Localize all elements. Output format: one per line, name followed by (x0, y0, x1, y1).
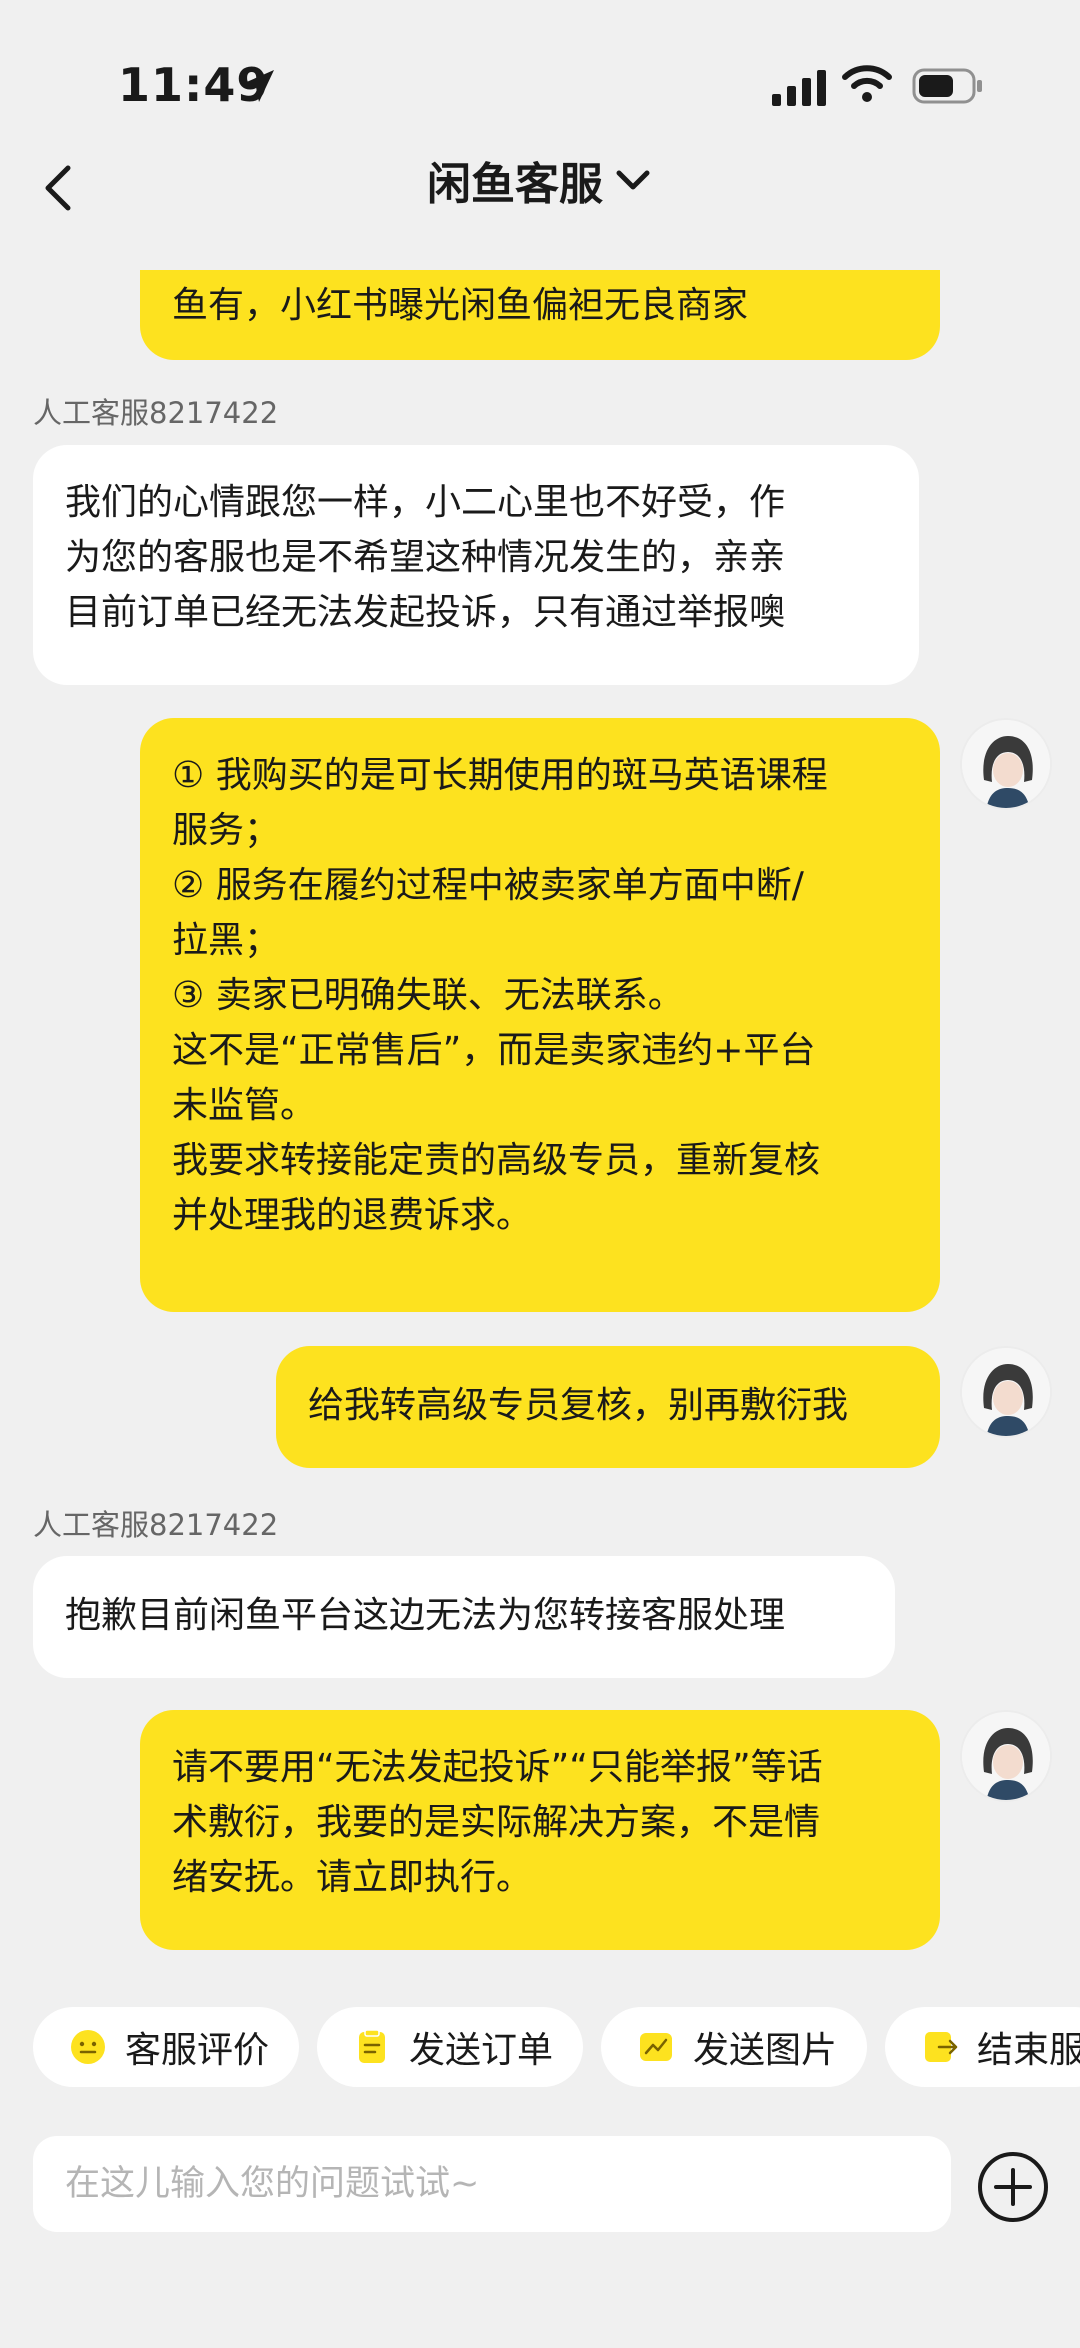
chip-label: 结束服 (977, 2030, 1080, 2071)
page-title[interactable]: 闲鱼客服 (0, 148, 1080, 212)
chip-label: 发送订单 (409, 2030, 554, 2071)
message-bubble-user: ① 我购买的是可长期使用的斑马英语课程 服务； ② 服务在履约过程中被卖家单方面… (140, 718, 940, 1312)
message-bubble-agent: 我们的心情跟您一样，小二心里也不好受，作 为您的客服也是不希望这种情况发生的，亲… (33, 445, 919, 685)
face-icon (71, 2030, 105, 2064)
message-line: 并处理我的退费诉求。 (172, 1195, 533, 1236)
chip-label: 发送图片 (693, 2030, 838, 2071)
exit-icon (925, 2032, 958, 2062)
message-line: 目前订单已经无法发起投诉，只有通过举报噢 (65, 592, 786, 633)
message-line: 给我转高级专员复核，别再敷衍我 (308, 1385, 849, 1426)
end-service-button[interactable]: 结束服 (885, 2007, 1080, 2087)
message-input[interactable]: 在这儿输入您的问题试试~ (33, 2136, 951, 2232)
wifi-icon (842, 65, 892, 102)
sender-name: 人工客服8217422 (33, 396, 279, 430)
plus-icon[interactable] (976, 2150, 1050, 2224)
battery-icon (912, 68, 982, 104)
send-image-button[interactable]: 发送图片 (601, 2007, 867, 2087)
chevron-down-icon (616, 170, 650, 190)
page-title-text: 闲鱼客服 (427, 159, 603, 210)
message-line: 请不要用“无法发起投诉”“只能举报”等话 (172, 1747, 823, 1788)
message-line: 这不是“正常售后”，而是卖家违约+平台 (172, 1030, 816, 1071)
message-line: 为您的客服也是不希望这种情况发生的，亲亲 (65, 537, 786, 578)
avatar[interactable] (960, 718, 1052, 810)
message-bubble-user: 请不要用“无法发起投诉”“只能举报”等话 术敷衍，我要的是实际解决方案，不是情 … (140, 1710, 940, 1950)
rate-service-button[interactable]: 客服评价 (33, 2007, 299, 2087)
sender-name: 人工客服8217422 (33, 1508, 279, 1542)
image-icon (640, 2033, 672, 2061)
user-avatar-icon (962, 1348, 1050, 1436)
message-line: 绪安抚。请立即执行。 (172, 1857, 533, 1898)
message-line: 我们的心情跟您一样，小二心里也不好受，作 (65, 482, 786, 523)
message-bubble-agent: 抱歉目前闲鱼平台这边无法为您转接客服处理 (33, 1556, 895, 1678)
user-avatar-icon (962, 720, 1050, 808)
chip-label: 客服评价 (125, 2030, 270, 2071)
message-line: 未监管。 (172, 1085, 317, 1126)
message-line: ① 我购买的是可长期使用的斑马英语课程 (172, 755, 828, 796)
message-line: 拉黑； (172, 920, 281, 961)
message-line: 服务； (172, 810, 281, 851)
nav-bar: 闲鱼客服 (0, 140, 1080, 270)
message-bubble-user: 给我转高级专员复核，别再敷衍我 (276, 1346, 940, 1468)
message-line: ③ 卖家已明确失联、无法联系。 (172, 975, 684, 1016)
user-avatar-icon (962, 1712, 1050, 1800)
message-line: 术敷衍，我要的是实际解决方案，不是情 (172, 1802, 821, 1843)
avatar[interactable] (960, 1346, 1052, 1438)
message-line: ② 服务在履约过程中被卖家单方面中断/ (172, 865, 804, 906)
message-line: 鱼有，小红书曝光闲鱼偏袒无良商家 (172, 285, 749, 326)
avatar[interactable] (960, 1710, 1052, 1802)
order-icon (359, 2029, 385, 2063)
location-arrow-icon (242, 70, 274, 102)
chat-screen: 鱼有，小红书曝光闲鱼偏袒无良商家 人工客服8217422 我们的心情跟您一样，小… (0, 0, 1080, 2348)
cellular-signal-icon (772, 70, 826, 106)
status-bar: 11:49 (0, 0, 1080, 140)
send-order-button[interactable]: 发送订单 (317, 2007, 583, 2087)
message-line: 抱歉目前闲鱼平台这边无法为您转接客服处理 (65, 1595, 786, 1636)
message-line: 我要求转接能定责的高级专员，重新复核 (172, 1140, 821, 1181)
